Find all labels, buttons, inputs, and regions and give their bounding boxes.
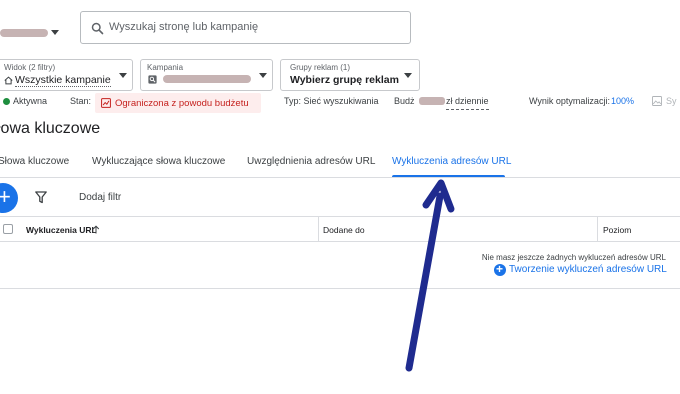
status-label: Aktywna xyxy=(13,96,48,106)
plus-circle-icon[interactable]: + xyxy=(494,262,506,276)
chevron-down-icon xyxy=(404,73,412,78)
view-dropdown-label: Widok (2 filtry) xyxy=(4,63,56,72)
search-campaign-icon xyxy=(148,75,157,84)
tab-url-exclusions[interactable]: Wykluczenia adresów URL xyxy=(392,156,511,167)
campaign-dropdown-label: Kampania xyxy=(147,63,184,72)
select-all-checkbox[interactable] xyxy=(3,224,13,234)
budget-limited-badge[interactable]: Ograniczona z powodu budżetu xyxy=(95,93,261,113)
campaign-name-redacted xyxy=(163,75,251,83)
empty-state-message: Nie masz jeszcze żadnych wykluczeń adres… xyxy=(481,253,666,262)
tabs-divider xyxy=(0,177,680,178)
column-header-added-to[interactable]: Dodane do xyxy=(323,225,365,235)
tab-keywords[interactable]: Słowa kluczowe xyxy=(0,156,69,167)
budget-prefix: Budż xyxy=(394,96,415,106)
chart-warning-icon xyxy=(101,98,111,108)
budget-amount-redacted xyxy=(419,97,445,105)
search-placeholder: Wyszukaj stronę lub kampanię xyxy=(109,21,259,33)
adgroup-dropdown-label: Grupy reklam (1) xyxy=(290,63,351,72)
state-label: Stan: xyxy=(70,96,92,106)
filter-icon[interactable] xyxy=(35,191,47,204)
view-dropdown-value: Wszystkie kampanie xyxy=(15,74,111,87)
chevron-down-icon xyxy=(259,73,267,78)
trailing-text: Sy xyxy=(666,96,677,106)
adgroup-dropdown-value: Wybierz grupę reklam xyxy=(290,74,399,86)
chevron-down-icon xyxy=(119,73,127,78)
column-header-url-exclusions[interactable]: Wykluczenia URL xyxy=(26,225,97,235)
view-dropdown[interactable]: Widok (2 filtry) Wszystkie kampanie xyxy=(0,59,133,91)
campaign-type: Typ: Sieć wyszukiwania xyxy=(284,96,379,106)
create-url-exclusions-link[interactable]: Tworzenie wykluczeń adresów URL xyxy=(509,264,667,275)
tab-negative-keywords[interactable]: Wykluczające słowa kluczowe xyxy=(92,156,225,167)
image-icon xyxy=(652,96,662,106)
home-icon xyxy=(4,76,13,85)
sort-ascending-icon[interactable] xyxy=(92,225,100,234)
table-bottom-border xyxy=(0,288,680,289)
column-header-level[interactable]: Poziom xyxy=(603,225,631,235)
column-divider xyxy=(318,217,319,241)
status-active-dot xyxy=(3,98,10,105)
plus-icon: + xyxy=(0,184,11,209)
adgroup-dropdown[interactable]: Grupy reklam (1) Wybierz grupę reklam xyxy=(280,59,420,91)
state-value: Ograniczona z powodu budżetu xyxy=(115,98,249,109)
chevron-down-icon[interactable] xyxy=(51,30,59,35)
budget-suffix[interactable]: zł dziennie xyxy=(446,96,489,110)
page-title: łowa kluczowe xyxy=(0,120,101,137)
optimization-label: Wynik optymalizacji: xyxy=(529,96,610,106)
add-button[interactable]: + xyxy=(0,183,18,213)
add-filter-button[interactable]: Dodaj filtr xyxy=(79,192,121,203)
search-input[interactable]: Wyszukaj stronę lub kampanię xyxy=(80,11,411,44)
optimization-score[interactable]: 100% xyxy=(611,96,634,110)
column-divider xyxy=(597,217,598,241)
account-name-redacted[interactable] xyxy=(0,29,48,37)
search-icon xyxy=(91,22,104,35)
tab-url-inclusions[interactable]: Uwzględnienia adresów URL xyxy=(247,156,375,167)
campaign-dropdown[interactable]: Kampania xyxy=(140,59,273,91)
